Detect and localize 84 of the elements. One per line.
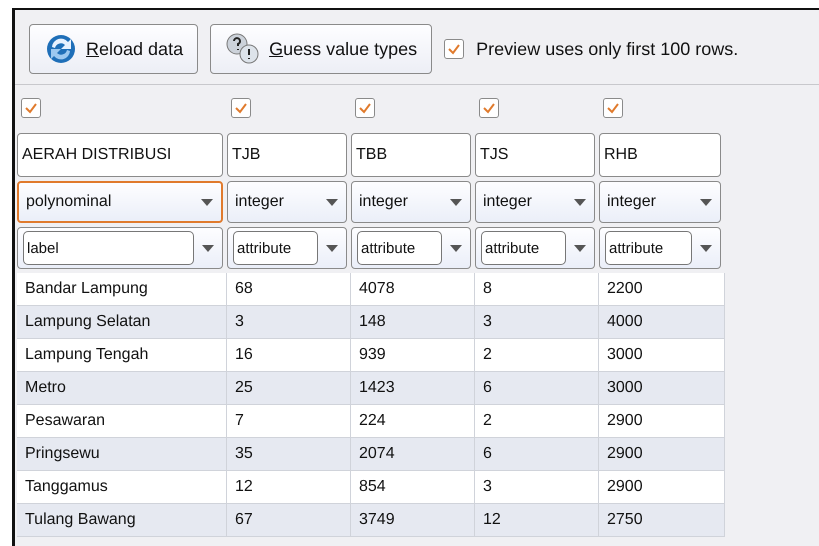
column-name-field[interactable]: TBB <box>351 133 471 177</box>
checkmark-icon <box>447 43 462 55</box>
caret-icon <box>202 244 214 252</box>
checkmark-icon <box>482 102 496 114</box>
table-cell: Tulang Bawang <box>17 504 227 537</box>
table-cell: 68 <box>227 273 351 306</box>
table-cell: 2900 <box>599 405 725 438</box>
button-label: Guess value types <box>269 38 418 60</box>
caret-icon <box>450 244 462 252</box>
table-cell: Lampung Tengah <box>17 339 227 372</box>
checkmark-icon <box>358 102 372 114</box>
preview-checkbox[interactable] <box>444 39 464 59</box>
table-cell: 6 <box>475 438 599 471</box>
checkmark-icon <box>606 102 620 114</box>
speech-bubbles-icon <box>225 32 262 66</box>
role-dropdown[interactable]: attribute <box>351 227 471 269</box>
table-cell: 12 <box>475 504 599 537</box>
table-cell: 939 <box>351 339 475 372</box>
table-cell: 8 <box>475 273 599 306</box>
column-checkbox[interactable] <box>21 98 41 118</box>
table-cell: 3 <box>475 471 599 504</box>
table-cell: Pesawaran <box>17 405 227 438</box>
table-cell: 2900 <box>599 471 725 504</box>
table-cell: 2074 <box>351 438 475 471</box>
preview-label: Preview uses only first 100 rows. <box>476 38 738 60</box>
role-dropdown[interactable]: label <box>17 227 223 269</box>
table-cell: 7 <box>227 405 351 438</box>
caret-icon <box>700 198 712 206</box>
table-cell: Tanggamus <box>17 471 227 504</box>
column-name-field[interactable]: RHB <box>599 133 721 177</box>
caret-icon <box>326 244 338 252</box>
table-cell: 2200 <box>599 273 725 306</box>
caret-icon <box>700 244 712 252</box>
reload-button[interactable]: Reload data <box>29 24 198 74</box>
type-dropdown[interactable]: integer <box>227 181 347 223</box>
column-checkbox[interactable] <box>603 98 623 118</box>
table-cell: 2 <box>475 339 599 372</box>
table-cell: 148 <box>351 306 475 339</box>
table-cell: 3 <box>227 306 351 339</box>
table-cell: 2900 <box>599 438 725 471</box>
table-cell: Bandar Lampung <box>17 273 227 306</box>
column-checkbox[interactable] <box>231 98 251 118</box>
role-dropdown[interactable]: attribute <box>227 227 347 269</box>
checkmark-icon <box>24 102 38 114</box>
table-cell: 224 <box>351 405 475 438</box>
table-cell: 16 <box>227 339 351 372</box>
column-name-field[interactable]: AERAH DISTRIBUSI <box>17 133 223 177</box>
table-cell: 25 <box>227 372 351 405</box>
type-dropdown[interactable]: integer <box>475 181 595 223</box>
refresh-icon <box>44 32 78 66</box>
table-cell: 4000 <box>599 306 725 339</box>
type-dropdown[interactable]: integer <box>351 181 471 223</box>
table-cell: 1423 <box>351 372 475 405</box>
type-dropdown[interactable]: integer <box>599 181 721 223</box>
type-dropdown[interactable]: polynominal <box>17 181 223 223</box>
table-cell: 12 <box>227 471 351 504</box>
table-cell: 3 <box>475 306 599 339</box>
caret-icon <box>450 198 462 206</box>
table-cell: 2750 <box>599 504 725 537</box>
column-name-field[interactable]: TJB <box>227 133 347 177</box>
table-cell: 3749 <box>351 504 475 537</box>
table-cell: Lampung Selatan <box>17 306 227 339</box>
table-cell: 4078 <box>351 273 475 306</box>
column-name-field[interactable]: TJS <box>475 133 595 177</box>
caret-icon <box>574 244 586 252</box>
column-checkbox[interactable] <box>479 98 499 118</box>
table-cell: Pringsewu <box>17 438 227 471</box>
table-cell: 35 <box>227 438 351 471</box>
caret-icon <box>326 198 338 206</box>
table-cell: 67 <box>227 504 351 537</box>
table-cell: 2 <box>475 405 599 438</box>
column-checkbox[interactable] <box>355 98 375 118</box>
table-cell: 6 <box>475 372 599 405</box>
caret-icon <box>201 198 213 206</box>
table-cell: 3000 <box>599 372 725 405</box>
guess-button[interactable]: Guess value types <box>210 24 432 74</box>
caret-icon <box>574 198 586 206</box>
button-label: Reload data <box>86 38 184 60</box>
role-dropdown[interactable]: attribute <box>599 227 721 269</box>
table-cell: 3000 <box>599 339 725 372</box>
role-dropdown[interactable]: attribute <box>475 227 595 269</box>
checkmark-icon <box>234 102 248 114</box>
table-cell: 854 <box>351 471 475 504</box>
table-cell: Metro <box>17 372 227 405</box>
